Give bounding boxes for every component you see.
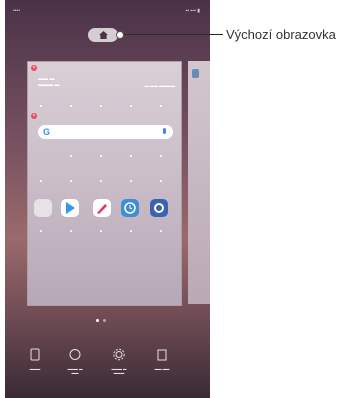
grid-dot: [40, 105, 42, 107]
phone-screen: •••• ▪▪ ▪▪▪ ▮ × ▬▬ ▬▬▬▬ ▬ ▬ ▬▬ ▬▬▬▬ × G: [5, 0, 210, 398]
grid-dot: [40, 230, 42, 232]
remove-widget-icon[interactable]: ×: [31, 113, 37, 119]
google-search-widget[interactable]: G: [38, 125, 173, 139]
grid-dot: [160, 230, 162, 232]
widgets-icon[interactable]: [29, 348, 41, 361]
page-indicator[interactable]: [103, 319, 106, 322]
wallpaper-label: ▬▬▬ ▬ ▬▬: [67, 367, 83, 375]
grid-dot: [100, 180, 102, 182]
grid-dot: [100, 105, 102, 107]
home-icon: [98, 31, 108, 39]
grid-dot: [160, 105, 162, 107]
grid-dot: [130, 155, 132, 157]
pencil-icon[interactable]: [93, 199, 111, 217]
settings-icon[interactable]: [150, 199, 168, 217]
status-indicators: ▪▪ ▪▪▪ ▮: [185, 8, 200, 14]
app-icon: [192, 69, 199, 78]
grid-dot: [100, 155, 102, 157]
apps-label: ▬▬ ▬▬: [154, 367, 170, 371]
settings-label: ▬▬▬ ▬ ▬▬▬: [111, 367, 127, 375]
weather-hint: ▬ ▬▬ ▬▬▬▬: [144, 83, 175, 88]
folder-icon[interactable]: [34, 199, 52, 217]
google-g-icon: G: [43, 127, 51, 137]
grid-dot: [130, 230, 132, 232]
grid-dot: [130, 105, 132, 107]
grid-dot: [70, 230, 72, 232]
remove-panel-icon[interactable]: ×: [31, 65, 37, 71]
microphone-icon[interactable]: [163, 128, 166, 134]
status-bar: •••• ▪▪ ▪▪▪ ▮: [5, 0, 210, 18]
callout-anchor: [116, 31, 124, 39]
next-home-screen-panel[interactable]: [188, 61, 210, 304]
grid-dot: [70, 155, 72, 157]
grid-dot: [70, 105, 72, 107]
grid-dot: [160, 155, 162, 157]
settings-gear-icon[interactable]: [113, 348, 125, 361]
wallpaper-icon[interactable]: [69, 348, 81, 361]
callout-leader-line: [120, 34, 223, 35]
grid-dot: [160, 180, 162, 182]
grid-dot: [100, 230, 102, 232]
apps-icon[interactable]: [156, 348, 168, 361]
default-home-screen-button[interactable]: [88, 28, 118, 42]
grid-dot: [70, 180, 72, 182]
callout-label: Výchozí obrazovka: [226, 27, 336, 42]
status-time: ••••: [13, 8, 21, 14]
grid-dot: [40, 180, 42, 182]
weather-widget: ▬▬ ▬ ▬▬▬ ▬: [38, 76, 60, 88]
clock-icon[interactable]: [121, 199, 139, 217]
widgets-label: ▬▬▬: [29, 367, 41, 371]
grid-dot: [130, 180, 132, 182]
page-indicator-active[interactable]: [96, 319, 99, 322]
home-screen-panel[interactable]: × ▬▬ ▬ ▬▬▬ ▬ ▬ ▬▬ ▬▬▬▬ × G: [27, 61, 182, 306]
play-store-icon[interactable]: [61, 199, 79, 217]
